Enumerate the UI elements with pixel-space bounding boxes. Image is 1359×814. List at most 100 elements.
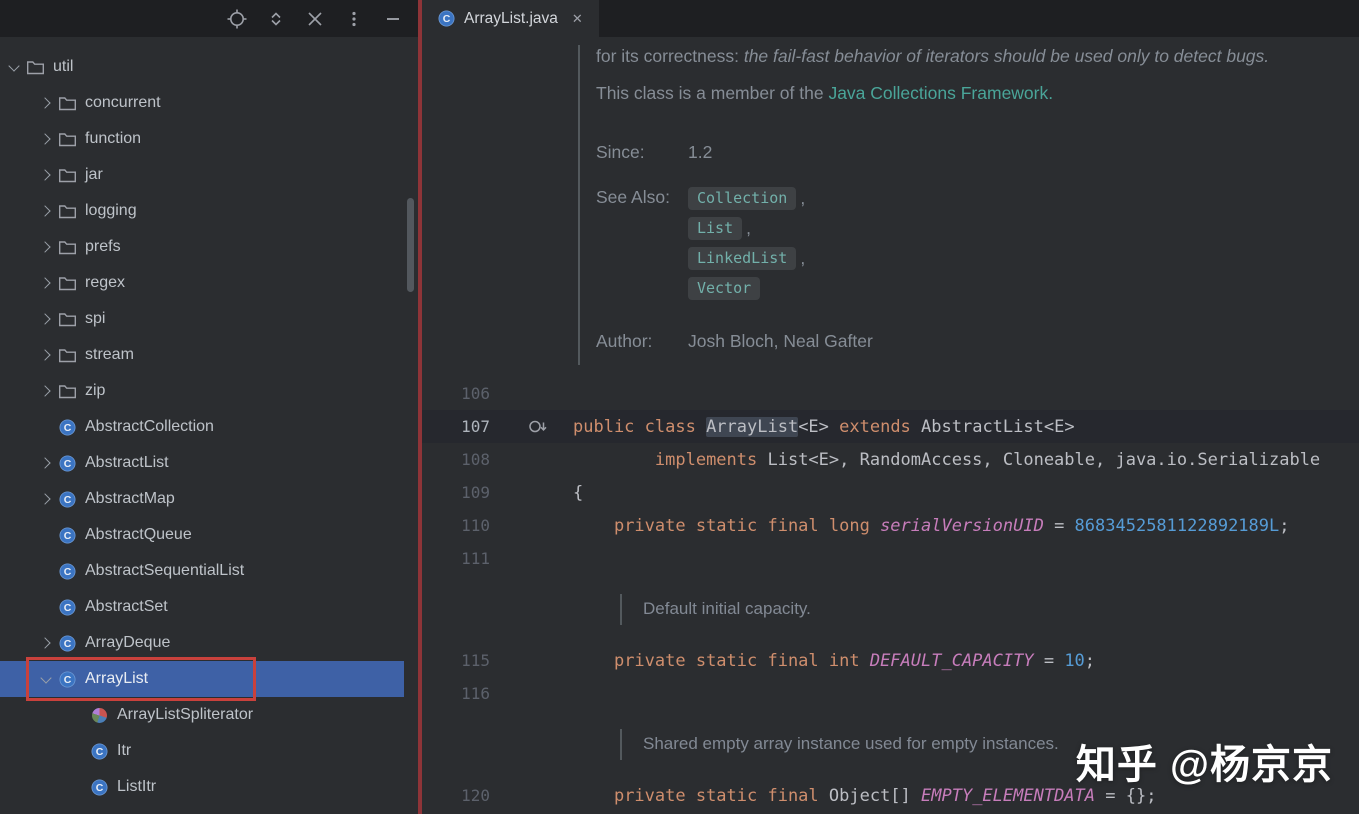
tree-item-regex[interactable]: regex	[0, 265, 404, 301]
chevron-down-icon[interactable]	[34, 671, 58, 684]
tree-item-label: ArrayList	[85, 670, 149, 687]
tree-item-arraylist[interactable]: C ArrayList	[0, 661, 404, 697]
tree-item-abstractcollection[interactable]: C AbstractCollection	[0, 409, 404, 445]
tree-item-arraylistspliterator[interactable]: ArrayListSpliterator	[0, 697, 404, 733]
tree-item-abstractqueue[interactable]: C AbstractQueue	[0, 517, 404, 553]
gutter[interactable]	[490, 677, 573, 710]
tree-item-arraydeque[interactable]: C ArrayDeque	[0, 625, 404, 661]
chevron-right-icon[interactable]	[34, 241, 58, 253]
gutter[interactable]	[490, 542, 573, 575]
locate-icon[interactable]	[226, 8, 248, 30]
gutter[interactable]	[490, 377, 573, 410]
tree-item-label: AbstractCollection	[85, 418, 214, 435]
chevron-right-icon[interactable]	[34, 205, 58, 217]
code-line-115[interactable]: 115 private static final int DEFAULT_CAP…	[422, 644, 1359, 677]
chevron-right-icon[interactable]	[34, 97, 58, 109]
line-number[interactable]: 110	[422, 516, 490, 535]
line-number[interactable]: 120	[422, 786, 490, 805]
doc-text: Shared empty array instance used for emp…	[620, 729, 1059, 760]
tree-item-itr[interactable]: C Itr	[0, 733, 404, 769]
tree-item-zip[interactable]: zip	[0, 373, 404, 409]
class-icon: C	[58, 526, 77, 544]
tree-item-spi[interactable]: spi	[0, 301, 404, 337]
chevron-right-icon[interactable]	[34, 349, 58, 361]
tree-item-concurrent[interactable]: concurrent	[0, 85, 404, 121]
gutter[interactable]	[490, 410, 573, 443]
project-sidebar: util concurrent function jar logging prefs reg…	[0, 0, 418, 814]
overridden-marker-icon[interactable]	[528, 418, 550, 439]
code-line-108[interactable]: 108 implements List<E>, RandomAccess, Cl…	[422, 443, 1359, 476]
collapse-all-icon[interactable]	[304, 8, 326, 30]
line-number[interactable]: 115	[422, 651, 490, 670]
comma: ,	[800, 248, 806, 268]
code-line-116[interactable]: 116	[422, 677, 1359, 710]
code-line-107[interactable]: 107 public class ArrayList<E> extends Abs…	[422, 410, 1359, 443]
svg-text:C: C	[443, 13, 451, 25]
code-line-111[interactable]: 111	[422, 542, 1359, 575]
folder-icon	[58, 94, 77, 112]
svg-text:C: C	[64, 674, 72, 686]
folder-icon	[58, 166, 77, 184]
chevron-right-icon[interactable]	[34, 169, 58, 181]
svg-text:C: C	[64, 566, 72, 578]
chevron-right-icon[interactable]	[34, 313, 58, 325]
chevron-down-icon[interactable]	[2, 59, 26, 72]
line-number[interactable]: 106	[422, 384, 490, 403]
chevron-right-icon[interactable]	[34, 133, 58, 145]
see-also-link-collection[interactable]: Collection	[688, 187, 797, 210]
svg-text:C: C	[96, 782, 104, 794]
see-also-row: LinkedList,	[688, 247, 805, 270]
tree-item-prefs[interactable]: prefs	[0, 229, 404, 265]
see-also-link-vector[interactable]: Vector	[688, 277, 761, 300]
tab-arraylist-java[interactable]: C ArrayList.java ✕	[422, 0, 599, 37]
line-number[interactable]: 108	[422, 450, 490, 469]
doc-since-row: Since: 1.2	[596, 142, 712, 163]
tree-item-logging[interactable]: logging	[0, 193, 404, 229]
close-icon[interactable]: ✕	[572, 11, 583, 27]
svg-text:C: C	[64, 530, 72, 542]
line-number[interactable]: 116	[422, 684, 490, 703]
code-line-110[interactable]: 110 private static final long serialVers…	[422, 509, 1359, 542]
more-options-icon[interactable]	[343, 8, 365, 30]
tree-item-abstractlist[interactable]: C AbstractList	[0, 445, 404, 481]
tree-item-partial[interactable]: C	[0, 805, 404, 814]
doc-author-row: Author: Josh Bloch, Neal Gafter	[596, 331, 873, 352]
gutter[interactable]	[490, 779, 573, 812]
chevron-right-icon[interactable]	[34, 457, 58, 469]
code-line-109[interactable]: 109 {	[422, 476, 1359, 509]
editor[interactable]: for its correctness: the fail-fast behav…	[422, 37, 1359, 814]
class-icon: C	[58, 634, 77, 652]
tree-item-label: jar	[85, 166, 103, 183]
svg-text:C: C	[64, 494, 72, 506]
tree-item-util[interactable]: util	[0, 49, 404, 85]
gutter[interactable]	[490, 509, 573, 542]
tree-scrollbar[interactable]	[407, 198, 414, 292]
line-number[interactable]: 107	[422, 417, 490, 436]
doc-link-collections-framework[interactable]: Java Collections Framework.	[828, 83, 1053, 103]
tree-item-label: stream	[85, 346, 134, 363]
gutter[interactable]	[490, 443, 573, 476]
see-also-link-list[interactable]: List	[688, 217, 743, 240]
tree-item-function[interactable]: function	[0, 121, 404, 157]
gutter[interactable]	[490, 644, 573, 677]
chevron-right-icon[interactable]	[34, 637, 58, 649]
chevron-right-icon[interactable]	[34, 385, 58, 397]
tree-item-jar[interactable]: jar	[0, 157, 404, 193]
folder-icon	[58, 310, 77, 328]
line-number[interactable]: 109	[422, 483, 490, 502]
see-also-link-linkedlist[interactable]: LinkedList	[688, 247, 797, 270]
line-number[interactable]: 111	[422, 549, 490, 568]
tree-item-abstractmap[interactable]: C AbstractMap	[0, 481, 404, 517]
author-label: Author:	[596, 331, 653, 351]
expand-collapse-icon[interactable]	[265, 8, 287, 30]
hide-panel-icon[interactable]	[382, 8, 404, 30]
tree-item-abstractsequentiallist[interactable]: C AbstractSequentialList	[0, 553, 404, 589]
rendered-doc-line: Default initial capacity.	[422, 575, 1359, 644]
code-line-106[interactable]: 106	[422, 377, 1359, 410]
tree-item-abstractset[interactable]: C AbstractSet	[0, 589, 404, 625]
gutter[interactable]	[490, 476, 573, 509]
chevron-right-icon[interactable]	[34, 493, 58, 505]
tree-item-listitr[interactable]: C ListItr	[0, 769, 404, 805]
chevron-right-icon[interactable]	[34, 277, 58, 289]
tree-item-stream[interactable]: stream	[0, 337, 404, 373]
